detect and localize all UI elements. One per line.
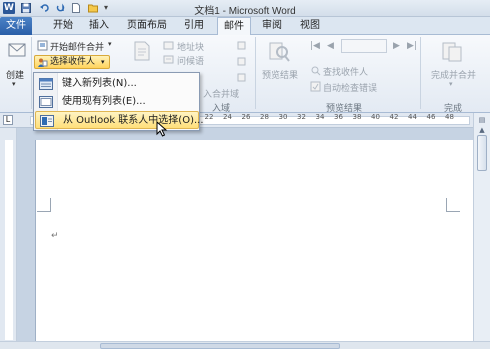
recipients-icon (37, 57, 48, 68)
record-number-input[interactable] (341, 39, 387, 53)
previous-record-icon[interactable]: ◀ (327, 41, 334, 51)
start-merge-button[interactable]: 开始邮件合并 (50, 40, 104, 53)
ruler-number: 24 (223, 113, 232, 121)
address-block-button[interactable]: 地址块 (177, 40, 204, 53)
ruler-number: 40 (371, 113, 380, 121)
window-title: 文档1 - Microsoft Word (194, 6, 296, 17)
first-record-icon[interactable]: |◀ (310, 41, 320, 51)
document-page[interactable]: ↵ (35, 140, 475, 341)
ribbon-tabs: 文件 开始 插入 页面布局 引用 邮件 审阅 视图 (0, 17, 490, 36)
insert-merge-field-button[interactable]: 入合并域 (203, 87, 239, 100)
menu-item-label: 使用现有列表(E)... (62, 96, 146, 107)
create-dropdown-icon[interactable]: ▾ (12, 80, 16, 88)
horizontal-scrollbar[interactable] (0, 341, 490, 349)
ruler-toggle-icon[interactable]: ▤ (477, 115, 487, 125)
preview-magnifier-icon[interactable] (268, 41, 290, 63)
vertical-ruler-track[interactable] (5, 140, 13, 340)
ruler-number: 48 (445, 113, 454, 121)
last-record-icon[interactable]: ▶| (407, 41, 417, 51)
separator (31, 37, 32, 109)
greeting-line-icon[interactable] (163, 54, 174, 65)
ruler-number: 46 (426, 113, 436, 121)
finish-merge-dropdown-icon[interactable]: ▾ (449, 80, 453, 88)
separator (420, 37, 421, 109)
tab-file[interactable]: 文件 (0, 17, 32, 35)
tab-home[interactable]: 开始 (48, 17, 78, 35)
ruler-number: 30 (278, 113, 288, 121)
menu-item-new-list[interactable]: 键入新列表(N)... (35, 75, 199, 93)
menu-item-outlook-contacts[interactable]: 从 Outlook 联系人中选择(O)... (35, 111, 204, 129)
envelope-icon[interactable] (8, 41, 26, 59)
select-recipients-dropdown-icon: ▾ (101, 58, 105, 66)
menu-item-label: 从 Outlook 联系人中选择(O)... (63, 115, 204, 126)
auto-check-errors-button[interactable]: 自动检查错误 (323, 81, 377, 94)
outlook-contacts-icon (40, 115, 54, 127)
ruler-number: 44 (408, 113, 417, 121)
tab-selector-icon[interactable]: L (3, 115, 13, 125)
title-bar: W ▾ 文档1 - Microsoft Word (0, 0, 490, 17)
ruler-number: 36 (334, 113, 343, 121)
match-fields-icon[interactable] (236, 56, 247, 67)
update-labels-icon[interactable] (236, 72, 247, 83)
margin-corner (37, 198, 51, 212)
paragraph-mark: ↵ (51, 231, 59, 241)
document-canvas: ↵ (17, 128, 475, 341)
greeting-line-button[interactable]: 问候语 (177, 54, 204, 67)
ruler-number: 26 (241, 113, 251, 121)
ruler-number: 42 (389, 113, 399, 121)
margin-corner (446, 198, 460, 212)
new-list-icon (39, 78, 53, 90)
auto-check-errors-icon[interactable] (310, 81, 321, 92)
finish-merge-icon[interactable] (441, 41, 463, 63)
vertical-scrollbar[interactable]: ▤ ▲ (473, 113, 490, 341)
find-recipient-icon[interactable] (310, 65, 321, 76)
separator (255, 37, 256, 109)
preview-results-button[interactable]: 预览结果 (262, 68, 298, 81)
next-record-icon[interactable]: ▶ (393, 41, 400, 51)
highlight-fields-icon[interactable] (134, 41, 150, 61)
find-recipient-button[interactable]: 查找收件人 (323, 65, 368, 78)
rules-icon[interactable] (236, 40, 247, 51)
menu-item-label: 键入新列表(N)... (62, 78, 137, 89)
tab-review[interactable]: 审阅 (257, 17, 287, 35)
ruler-number: 22 (204, 113, 214, 121)
ruler-number: 28 (260, 113, 269, 121)
finish-merge-button[interactable]: 完成并合并 (431, 68, 476, 81)
select-recipients-menu: 键入新列表(N)... 使用现有列表(E)... 从 Outlook 联系人中选… (33, 72, 204, 131)
vertical-ruler (0, 128, 17, 341)
address-block-icon[interactable] (163, 40, 174, 51)
select-recipients-button[interactable]: 选择收件人 ▾ (34, 55, 110, 69)
existing-list-icon (39, 96, 53, 108)
select-recipients-label: 选择收件人 (50, 57, 96, 67)
ruler-number: 34 (315, 113, 325, 121)
mouse-pointer-icon (156, 120, 168, 137)
ruler-number: 38 (352, 113, 362, 121)
ruler-number: 32 (297, 113, 306, 121)
scroll-up-icon[interactable]: ▲ (477, 125, 487, 135)
tab-insert[interactable]: 插入 (84, 17, 114, 35)
start-merge-icon[interactable] (37, 40, 48, 51)
menu-item-existing-list[interactable]: 使用现有列表(E)... (35, 93, 199, 111)
tab-references[interactable]: 引用 (179, 17, 209, 35)
tab-mailings[interactable]: 邮件 (217, 17, 251, 36)
tab-view[interactable]: 视图 (295, 17, 325, 35)
horizontal-scroll-thumb[interactable] (100, 343, 340, 349)
start-merge-dropdown-icon[interactable]: ▾ (108, 40, 112, 48)
tab-page-layout[interactable]: 页面布局 (123, 17, 171, 35)
vertical-scroll-thumb[interactable] (477, 135, 487, 171)
